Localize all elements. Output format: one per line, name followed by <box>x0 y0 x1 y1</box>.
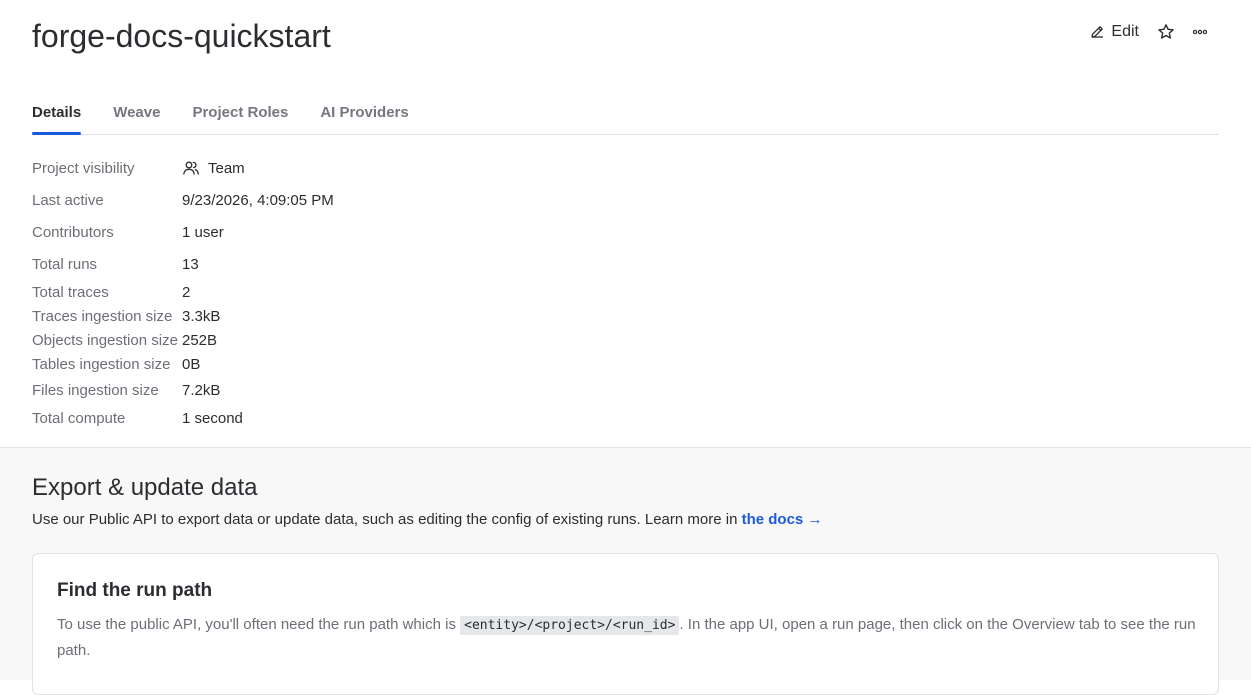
detail-value: 13 <box>182 255 199 273</box>
detail-row-visibility: Project visibility Team <box>32 152 334 184</box>
edit-button[interactable]: Edit <box>1089 20 1139 44</box>
star-icon[interactable] <box>1155 21 1177 43</box>
detail-row-tables-size: Tables ingestion size 0B <box>32 352 334 376</box>
detail-value: 252B <box>182 331 218 349</box>
run-path-card: Find the run path To use the public API,… <box>32 553 1219 695</box>
export-section-description: Use our Public API to export data or upd… <box>32 511 822 528</box>
tab-bar: Details Weave Project Roles AI Providers <box>32 94 1219 135</box>
run-path-card-title: Find the run path <box>57 580 213 601</box>
detail-row-contributors: Contributors 1 user <box>32 216 334 248</box>
run-path-text-before: To use the public API, you'll often need… <box>57 616 461 633</box>
details-list: Project visibility Team Last active 9/23… <box>32 152 334 432</box>
detail-row-total-traces: Total traces 2 <box>32 280 334 304</box>
visibility-value: Team <box>208 159 245 177</box>
run-path-code: <entity>/<project>/<run_id> <box>460 616 680 635</box>
tab-weave[interactable]: Weave <box>113 94 160 132</box>
pencil-icon <box>1089 24 1105 40</box>
project-header-area: forge-docs-quickstart Edit Details Weave… <box>0 0 1251 447</box>
detail-value: 3.3kB <box>182 307 221 325</box>
export-section: Export & update data Use our Public API … <box>0 447 1251 695</box>
tab-details[interactable]: Details <box>32 94 82 135</box>
detail-label: Total traces <box>32 283 109 301</box>
tab-project-roles[interactable]: Project Roles <box>192 94 288 132</box>
tab-ai-providers[interactable]: AI Providers <box>320 94 408 132</box>
detail-value: 0B <box>182 355 201 373</box>
run-path-card-body: To use the public API, you'll often need… <box>57 612 1197 663</box>
detail-label: Total compute <box>32 409 126 427</box>
detail-label: Total runs <box>32 255 98 273</box>
detail-label: Files ingestion size <box>32 381 159 399</box>
more-horizontal-icon[interactable] <box>1189 21 1211 43</box>
users-icon <box>182 159 200 177</box>
docs-link[interactable]: the docs → <box>742 511 823 528</box>
detail-row-objects-size: Objects ingestion size 252B <box>32 328 334 352</box>
detail-row-total-compute: Total compute 1 second <box>32 404 334 432</box>
detail-label: Project visibility <box>32 159 135 177</box>
detail-label: Last active <box>32 191 104 209</box>
export-description-text: Use our Public API to export data or upd… <box>32 511 742 528</box>
detail-value: 1 user <box>182 223 224 241</box>
detail-value: 7.2kB <box>182 381 221 399</box>
detail-value: 9/23/2026, 4:09:05 PM <box>182 191 334 209</box>
detail-value: 2 <box>182 283 191 301</box>
detail-row-files-size: Files ingestion size 7.2kB <box>32 376 334 404</box>
page-title: forge-docs-quickstart <box>32 18 331 54</box>
detail-value: Team <box>182 159 245 177</box>
detail-label: Contributors <box>32 223 114 241</box>
detail-label: Tables ingestion size <box>32 355 171 373</box>
detail-row-traces-size: Traces ingestion size 3.3kB <box>32 304 334 328</box>
detail-row-last-active: Last active 9/23/2026, 4:09:05 PM <box>32 184 334 216</box>
detail-row-total-runs: Total runs 13 <box>32 248 334 280</box>
export-section-title: Export & update data <box>32 474 258 501</box>
detail-label: Traces ingestion size <box>32 307 173 325</box>
header-actions: Edit <box>1089 20 1211 44</box>
detail-value: 1 second <box>182 409 243 427</box>
edit-button-label: Edit <box>1111 23 1139 40</box>
detail-label: Objects ingestion size <box>32 331 178 349</box>
